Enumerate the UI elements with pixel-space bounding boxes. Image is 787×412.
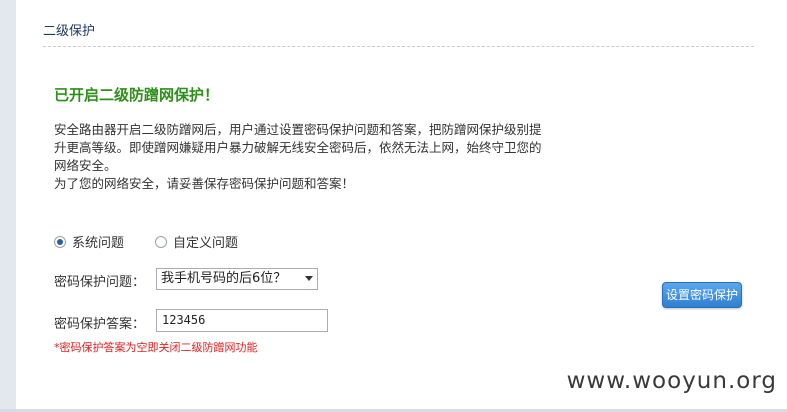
section-title: 二级保护 — [43, 24, 96, 39]
answer-note: *密码保护答案为空即关闭二级防蹭网功能 — [54, 341, 258, 354]
divider — [43, 46, 754, 47]
radio-label: 自定义问题 — [173, 236, 239, 251]
description-line: 安全路由器开启二级防蹭网后，用户通过设置密码保护问题和答案，把防蹭网保护级别提 — [54, 122, 542, 137]
radio-system-question[interactable]: 系统问题 — [54, 232, 124, 251]
answer-label: 密码保护答案： — [54, 317, 146, 332]
answer-input[interactable]: 123456 — [156, 309, 328, 332]
radio-label: 系统问题 — [72, 236, 125, 251]
description: 安全路由器开启二级防蹭网后，用户通过设置密码保护问题和答案，把防蹭网保护级别提 … — [54, 121, 614, 193]
question-label: 密码保护问题： — [54, 275, 146, 290]
description-line: 升更高等级。即使蹭网嫌疑用户暴力破解无线安全密码后，依然无法上网，始终守卫您的 — [54, 140, 542, 155]
radio-custom-question[interactable]: 自定义问题 — [155, 232, 238, 251]
chevron-down-icon — [305, 276, 313, 281]
question-select-value: 我手机号码的后6位？ — [161, 271, 287, 286]
question-select[interactable]: 我手机号码的后6位？ — [156, 268, 318, 290]
radio-unchecked-icon[interactable] — [155, 235, 168, 248]
watermark: www.wooyun.org — [566, 368, 777, 394]
question-type-group: 系统问题 自定义问题 — [54, 232, 238, 251]
set-password-protection-button[interactable]: 设置密码保护 — [662, 282, 742, 308]
radio-checked-icon[interactable] — [54, 235, 66, 248]
description-line: 网络安全。 — [54, 158, 117, 173]
settings-panel: 二级保护 已开启二级防蹭网保护！ 安全路由器开启二级防蹭网后，用户通过设置密码保… — [16, 0, 787, 412]
status-heading: 已开启二级防蹭网保护！ — [54, 86, 220, 104]
description-line: 为了您的网络安全，请妥善保存密码保护问题和答案！ — [54, 176, 355, 191]
